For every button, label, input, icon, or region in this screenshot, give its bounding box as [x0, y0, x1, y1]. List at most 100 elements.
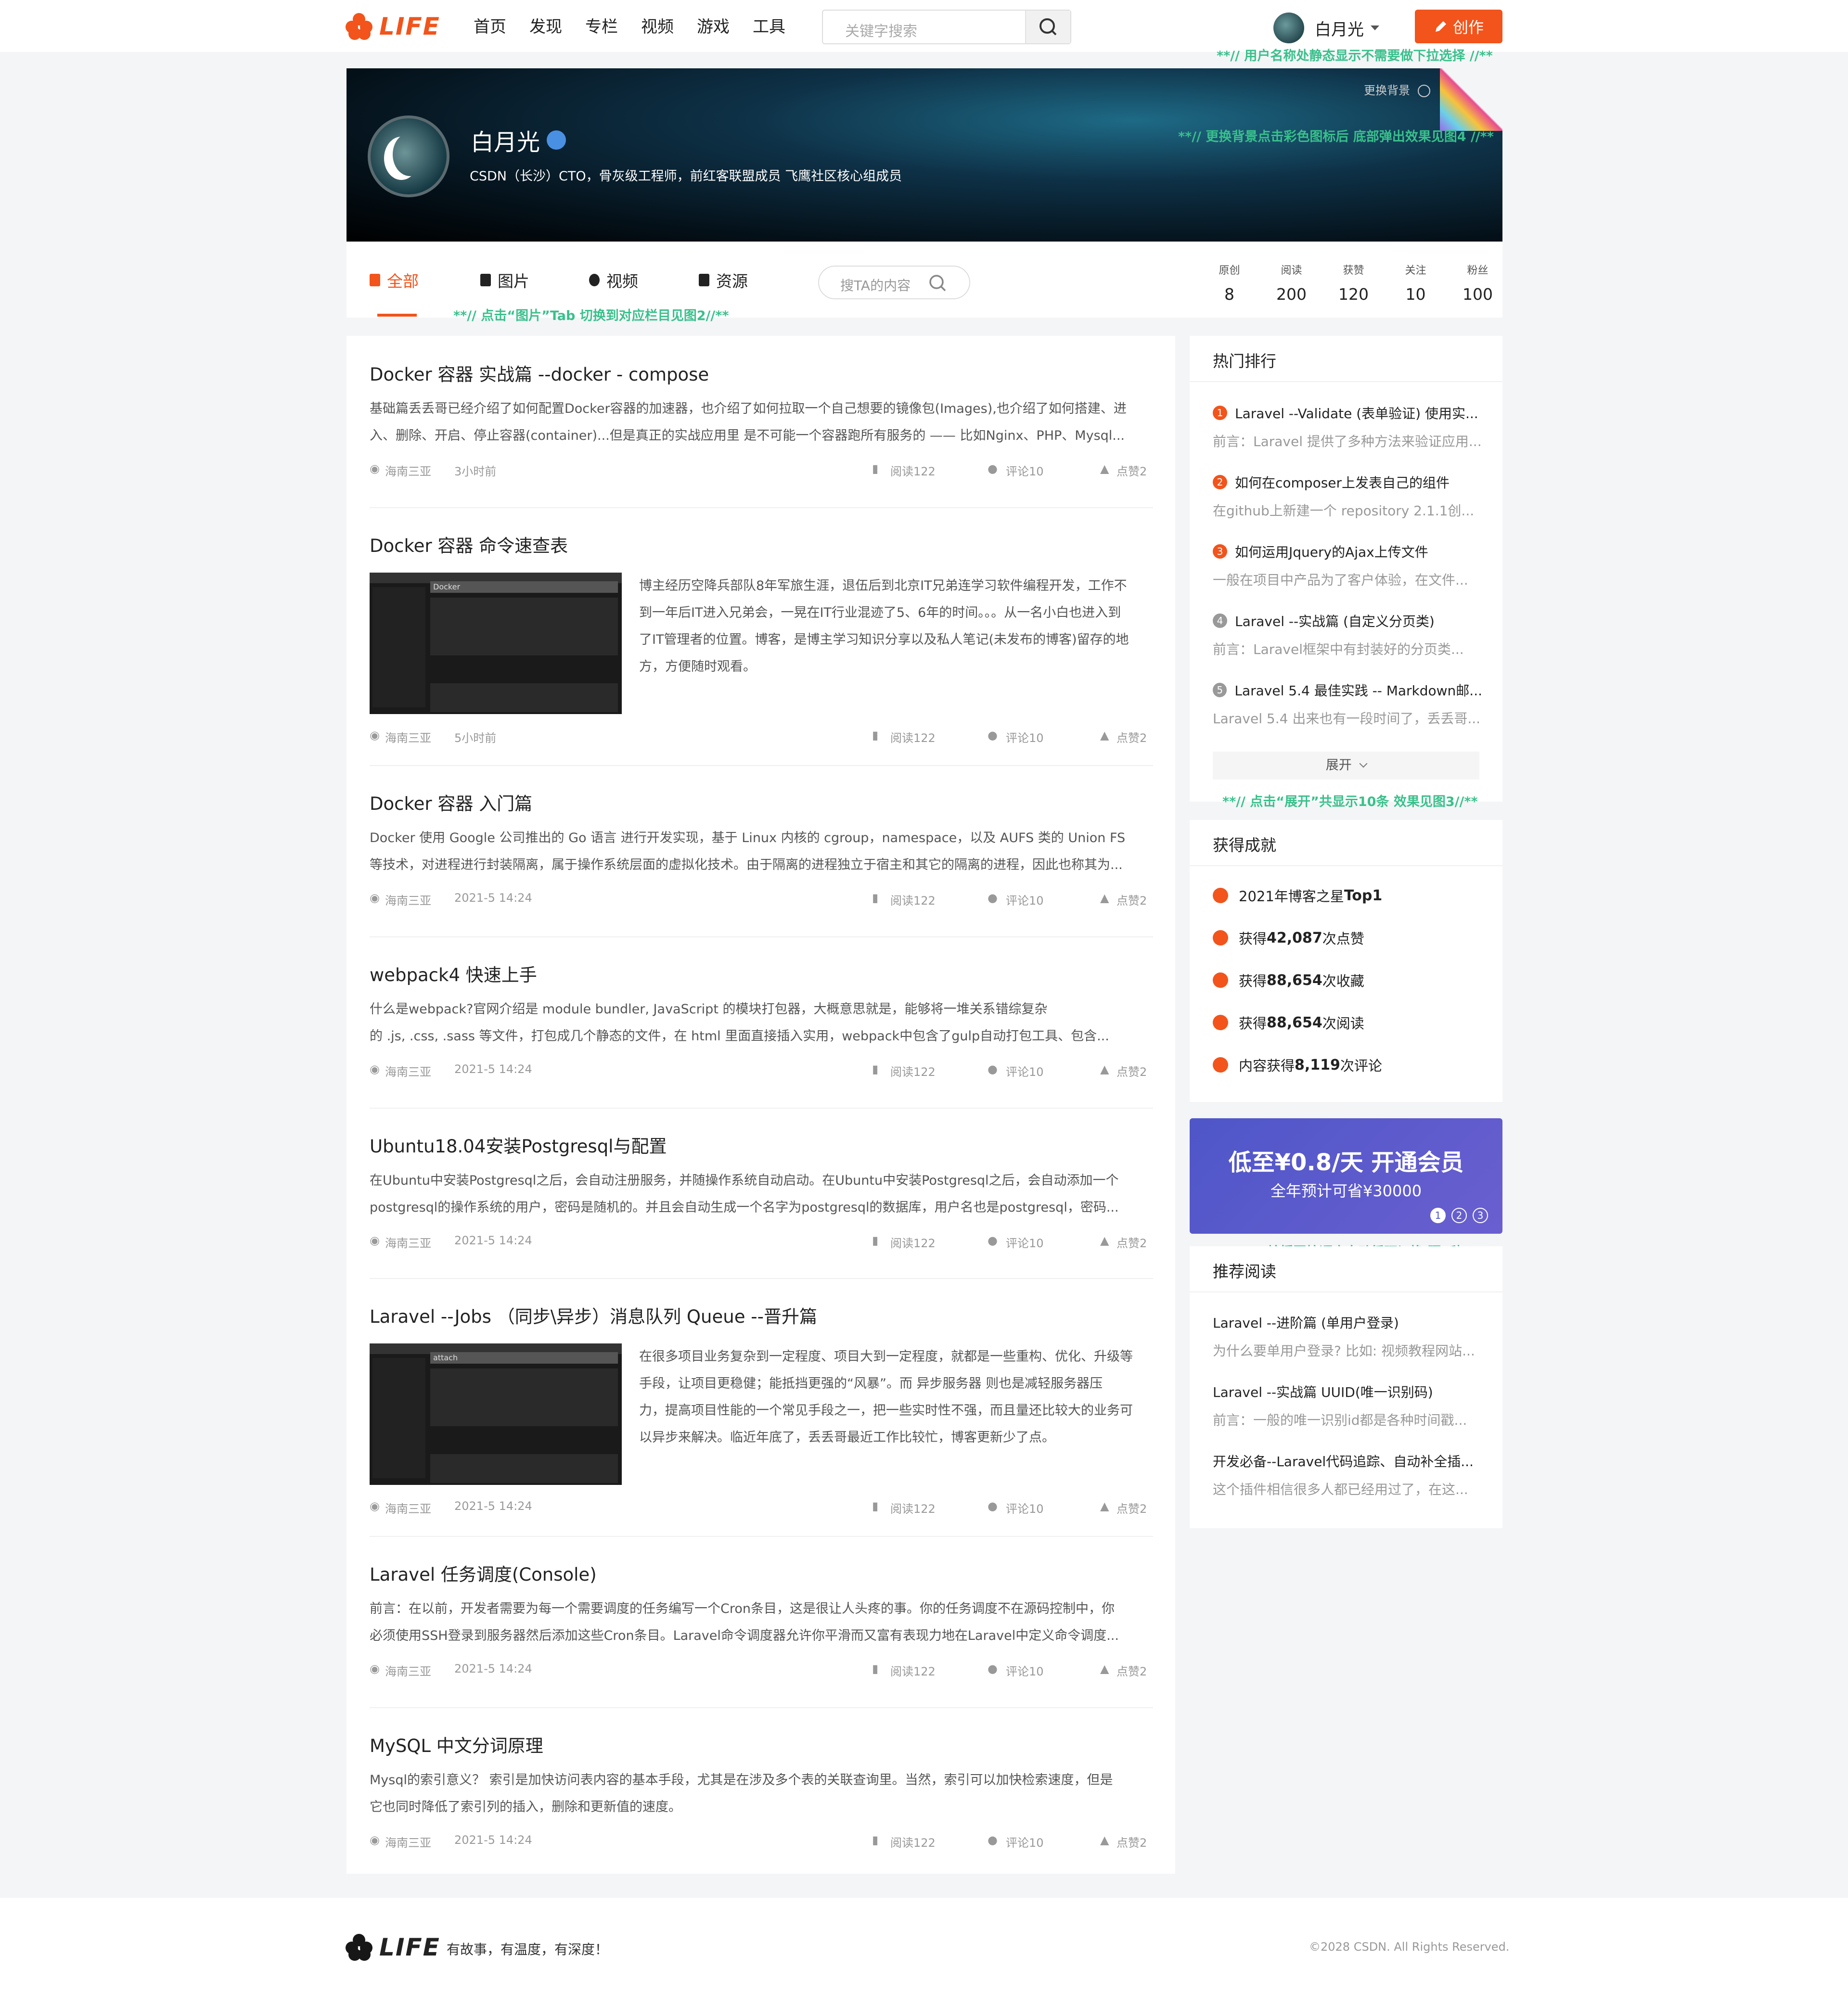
- article-title[interactable]: Ubuntu18.04安装Postgresql与配置: [370, 1132, 1153, 1158]
- divider: [370, 1536, 1153, 1537]
- hot-item-desc: Laravel 5.4 出来也有一段时间了，丢丢哥...: [1213, 711, 1481, 727]
- content-search-input[interactable]: 搜TA的内容: [840, 275, 911, 294]
- article-meta: ◉ 海南三亚 2021-5 14:24 ▮ 阅读122 ● 评论10 ▲ 点赞2: [370, 1062, 1153, 1079]
- stat-reads[interactable]: 阅读 200: [1260, 262, 1322, 304]
- nav-item-column[interactable]: 专栏: [585, 13, 618, 37]
- search-input[interactable]: 关键字搜索: [845, 19, 917, 40]
- article-title[interactable]: Docker 容器 命令速查表: [370, 531, 1153, 557]
- footer: LIFE 有故事，有温度，有深度！ ©2028 CSDN. All Rights…: [0, 1898, 1848, 1994]
- article-reads[interactable]: 阅读122: [890, 1833, 936, 1850]
- achievements-title: 获得成就: [1213, 836, 1276, 855]
- tab-all[interactable]: 全部: [370, 268, 419, 292]
- avatar[interactable]: [1273, 13, 1304, 43]
- search-icon: [1040, 18, 1057, 36]
- article-item[interactable]: Docker 容器 入门篇 Docker 使用 Google 公司推出的 Go 语…: [370, 789, 1153, 908]
- article-comments[interactable]: 评论10: [1006, 729, 1044, 745]
- article-thumbnail[interactable]: attach: [370, 1343, 622, 1485]
- thumbs-up-icon: ▲: [1100, 462, 1109, 475]
- carousel-dot[interactable]: 3: [1473, 1208, 1488, 1223]
- article-reads[interactable]: 阅读122: [890, 1234, 936, 1251]
- article-title[interactable]: MySQL 中文分词原理: [370, 1731, 1153, 1757]
- article-likes[interactable]: 点赞2: [1116, 1662, 1147, 1679]
- hot-item-desc: 在github上新建一个 repository 2.1.1创...: [1213, 503, 1475, 519]
- tab-resources[interactable]: 资源: [699, 268, 748, 292]
- expand-button[interactable]: 展开: [1213, 752, 1479, 780]
- nav-item-discover[interactable]: 发现: [529, 13, 562, 37]
- hot-title-text: Laravel --Validate (表单验证) 使用实...: [1235, 406, 1478, 422]
- book-icon: ▮: [872, 462, 879, 475]
- article-reads[interactable]: 阅读122: [890, 1062, 936, 1079]
- footer-logo: LIFE: [346, 1931, 440, 1963]
- nav-item-game[interactable]: 游戏: [697, 13, 730, 37]
- recommend-item[interactable]: 开发必备--Laravel代码追踪、自动补全插... 这个插件相信很多人都已经用过…: [1213, 1451, 1482, 1498]
- article-likes[interactable]: 点赞2: [1116, 891, 1147, 908]
- article-list: Docker 容器 实战篇 --docker - compose 基础篇丢丢哥已经…: [346, 336, 1175, 1874]
- article-reads[interactable]: 阅读122: [890, 891, 936, 908]
- article-likes[interactable]: 点赞2: [1116, 729, 1147, 745]
- stat-value: 200: [1276, 285, 1307, 304]
- carousel-dot[interactable]: 1: [1430, 1208, 1446, 1223]
- nav-item-home[interactable]: 首页: [474, 13, 506, 37]
- search-button[interactable]: [1025, 11, 1070, 43]
- hot-item[interactable]: 4 Laravel --实战篇 (自定义分页类) 前言：Laravel框架中有封装好…: [1213, 611, 1482, 658]
- article-comments[interactable]: 评论10: [1006, 1062, 1044, 1079]
- article-reads[interactable]: 阅读122: [890, 1662, 936, 1679]
- article-comments[interactable]: 评论10: [1006, 1833, 1044, 1850]
- article-reads[interactable]: 阅读122: [890, 729, 936, 745]
- article-item[interactable]: Docker 容器 命令速查表 Docker 博主经历空降兵部队8年军旅生涯，退伍后…: [370, 531, 1153, 745]
- article-item[interactable]: Docker 容器 实战篇 --docker - compose 基础篇丢丢哥已经…: [370, 360, 1153, 478]
- create-button[interactable]: 创作: [1415, 10, 1502, 43]
- article-thumbnail[interactable]: Docker: [370, 573, 622, 714]
- vip-carousel[interactable]: 低至¥0.8/天 开通会员 全年预计可省¥30000 1 2 3: [1190, 1118, 1502, 1234]
- article-likes[interactable]: 点赞2: [1116, 1234, 1147, 1251]
- hot-item[interactable]: 3 如何运用Jquery的Ajax上传文件 一般在项目中产品为了客户体验，在文件..…: [1213, 542, 1482, 589]
- article-likes[interactable]: 点赞2: [1116, 1499, 1147, 1516]
- carousel-dot[interactable]: 2: [1451, 1208, 1467, 1223]
- tab-images[interactable]: 图片: [480, 268, 529, 292]
- stat-followers[interactable]: 粉丝 100: [1447, 262, 1509, 304]
- article-likes[interactable]: 点赞2: [1116, 1833, 1147, 1850]
- article-reads[interactable]: 阅读122: [890, 462, 936, 479]
- article-title[interactable]: Laravel --Jobs （同步\异步）消息队列 Queue --晋升篇: [370, 1302, 1153, 1328]
- summary-line: 它也同时降低了索引列的插入，删除和更新值的速度。: [370, 1800, 681, 1815]
- recommend-item[interactable]: Laravel --实战篇 UUID(唯一识别码) 前言：一般的唯一识别id都是各…: [1213, 1382, 1482, 1429]
- article-title[interactable]: Laravel 任务调度(Console): [370, 1560, 1153, 1586]
- article-reads[interactable]: 阅读122: [890, 1499, 936, 1516]
- logo[interactable]: LIFE: [346, 11, 440, 42]
- article-item[interactable]: webpack4 快速上手 什么是webpack?官网介绍是 module bun…: [370, 960, 1153, 1079]
- article-location: 海南三亚: [385, 1665, 431, 1678]
- achievement-post: 次收藏: [1322, 973, 1364, 989]
- article-item[interactable]: MySQL 中文分词原理 Mysql的索引意义？ 索引是加快访问表内容的基本手段，…: [370, 1731, 1153, 1850]
- article-likes[interactable]: 点赞2: [1116, 1062, 1147, 1079]
- tab-video[interactable]: 视频: [589, 268, 638, 292]
- article-time: 2021-5 14:24: [454, 1833, 532, 1847]
- stat-likes[interactable]: 获赞 120: [1322, 262, 1385, 304]
- article-item[interactable]: Laravel 任务调度(Console) 前言：在以前，开发者需要为每一个需要调…: [370, 1560, 1153, 1678]
- article-title[interactable]: Docker 容器 入门篇: [370, 789, 1153, 815]
- article-item[interactable]: Ubuntu18.04安装Postgresql与配置 在Ubuntu中安装Post…: [370, 1132, 1153, 1250]
- nav-item-tools[interactable]: 工具: [753, 13, 785, 37]
- article-comments[interactable]: 评论10: [1006, 1499, 1044, 1516]
- article-summary: 前言：在以前，开发者需要为每一个需要调度的任务编写一个Cron条目，这是很让人头…: [370, 1596, 1153, 1649]
- search-icon[interactable]: [927, 272, 949, 294]
- hot-item[interactable]: 5 Laravel 5.4 最佳实践 -- Markdown邮... Laravel…: [1213, 680, 1482, 728]
- stat-following[interactable]: 关注 10: [1385, 262, 1447, 304]
- nav-item-video[interactable]: 视频: [641, 13, 674, 37]
- article-comments[interactable]: 评论10: [1006, 462, 1044, 479]
- article-comments[interactable]: 评论10: [1006, 1662, 1044, 1679]
- achievement-item: 获得 88,654 次收藏: [1213, 970, 1364, 990]
- article-item[interactable]: Laravel --Jobs （同步\异步）消息队列 Queue --晋升篇 at…: [370, 1302, 1153, 1516]
- hot-item[interactable]: 2 如何在composer上发表自己的组件 在github上新建一个 reposit…: [1213, 473, 1482, 520]
- article-comments[interactable]: 评论10: [1006, 891, 1044, 908]
- recommend-item[interactable]: Laravel --进阶篇 (单用户登录) 为什么要单用户登录? 比如: 视频教程…: [1213, 1313, 1482, 1360]
- stat-original[interactable]: 原创 8: [1198, 262, 1260, 304]
- user-menu[interactable]: 白月光: [1273, 13, 1379, 43]
- article-title[interactable]: webpack4 快速上手: [370, 960, 1153, 986]
- summary-line: 以异步来解决。临近年底了，丢丢哥最近工作比较忙，博客更新少了点。: [639, 1430, 1055, 1445]
- article-comments[interactable]: 评论10: [1006, 1234, 1044, 1251]
- hot-item[interactable]: 1 Laravel --Validate (表单验证) 使用实... 前言：Lara…: [1213, 403, 1482, 450]
- color-corner-icon[interactable]: [1440, 68, 1502, 131]
- change-background-button[interactable]: 更换背景: [1364, 81, 1430, 98]
- article-likes[interactable]: 点赞2: [1116, 462, 1147, 479]
- article-title[interactable]: Docker 容器 实战篇 --docker - compose: [370, 360, 1153, 386]
